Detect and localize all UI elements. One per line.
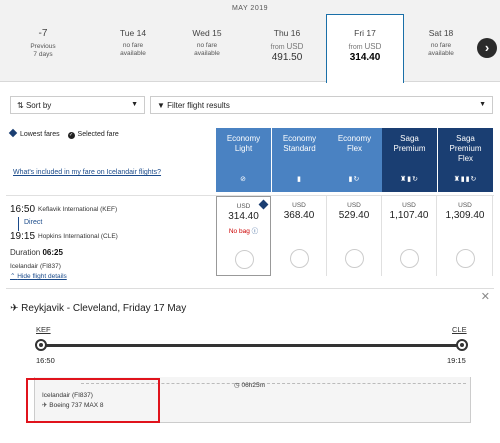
date-tab-thu-16[interactable]: Thu 16 from USD 491.50 [248,15,326,82]
fare-price: 529.40 [338,210,370,221]
fare-option-economy-light[interactable]: USD 314.40 No bag ⓘ [216,196,271,276]
date-tab-tue-14[interactable]: Tue 14 no fare available [94,15,172,82]
arrival-time: 19:15 [10,231,36,242]
chevron-up-icon: ⌃ [10,273,16,280]
fare-radio[interactable] [456,249,475,268]
month-label: MAY 2019 [231,5,269,12]
fare-radio[interactable] [290,249,309,268]
next-week-button[interactable]: › [477,38,497,58]
date-tab-wed-15[interactable]: Wed 15 no fare available [168,15,246,82]
flight-duration: Duration 06:25 [10,248,63,257]
timeline-arrival: 19:15 [447,356,466,365]
highlight-box [26,378,160,423]
fare-option-economy-standard[interactable]: USD 368.40 [272,196,327,276]
fare-header-saga-premium: Saga Premium ♜▮↻ [382,128,437,192]
fare-price: 368.40 [283,210,315,221]
lowest-fare-icon [8,128,18,138]
chevron-right-icon: › [484,40,490,55]
fare-price: 1,309.40 [445,210,485,221]
timeline-departure: 16:50 [36,356,55,365]
info-icon: ⓘ [251,228,259,235]
fare-header-saga-premium-flex: Saga Premium Flex ♜▮▮↻ [438,128,493,192]
departure-time: 16:50 [10,204,36,215]
filter-icon: ▼ [157,101,165,110]
no-bag-icon: ⊘ [240,176,247,183]
sort-icon: ⇅ [17,101,24,110]
fare-radio[interactable] [400,249,419,268]
arrival-airport: Hopkins International (CLE) [38,233,118,240]
date-strip: MAY 2019 -7 Previous 7 days Tue 14 no fa… [0,0,500,83]
sort-dropdown[interactable]: ⇅ Sort by ▼ [10,96,145,114]
route-timeline [41,344,462,347]
close-icon[interactable]: ✕ [481,290,490,303]
filter-dropdown[interactable]: ▼ Filter flight results ▼ [150,96,493,114]
fare-radio[interactable] [345,249,364,268]
fare-header-economy-flex: Economy Flex ▮↻ [327,128,382,192]
fare-header-economy-standard: Economy Standard ▮ [272,128,327,192]
date-price: 314.40 [349,52,381,63]
segment-duration: ◷ 06h25m [234,382,265,389]
destination-code: CLE [452,325,467,334]
caret-down-icon: ▼ [479,101,486,108]
date-tab-fri-17[interactable]: Fri 17 from USD 314.40 [326,14,404,83]
fare-option-saga-premium[interactable]: USD 1,107.40 [382,196,437,276]
airplane-icon: ✈ [10,303,19,314]
previous-week-button[interactable]: -7 Previous 7 days [4,15,82,82]
origin-dot [35,339,47,351]
date-tab-sat-18[interactable]: Sat 18 no fare available [406,15,476,82]
details-title: ✈ Reykjavik - Cleveland, Friday 17 May [10,303,187,314]
date-price: 491.50 [271,52,303,63]
origin-code: KEF [36,325,51,334]
caret-down-icon: ▼ [131,101,138,108]
fare-radio[interactable] [235,250,254,269]
bag-icon: ▮ [297,176,302,183]
fare-legend: Lowest fares ✓ Selected fare [8,128,119,139]
fare-header-economy-light: Economy Light ⊘ [216,128,271,192]
stops-label: Direct [24,219,43,226]
fare-option-economy-flex[interactable]: USD 529.40 [327,196,382,276]
selected-fare-icon: ✓ [67,132,75,139]
clock-icon: ◷ [234,382,240,389]
fare-price: 314.40 [228,211,259,222]
destination-dot [456,339,468,351]
route-line [18,217,19,231]
hide-flight-details-link[interactable]: ⌃ Hide flight details [10,272,67,280]
fare-option-saga-premium-flex[interactable]: USD 1,309.40 [438,196,493,276]
departure-airport: Keflavik International (KEF) [38,206,118,213]
premium-flex-amenities-icon: ♜▮▮↻ [453,176,478,183]
fare-price: 1,107.40 [389,210,429,221]
fare-info-link[interactable]: What's included in my fare on Icelandair… [13,169,161,176]
bag-change-icon: ▮↻ [348,176,361,183]
premium-amenities-icon: ♜▮↻ [400,176,419,183]
airline-label: Icelandair (FI837) [10,263,61,270]
